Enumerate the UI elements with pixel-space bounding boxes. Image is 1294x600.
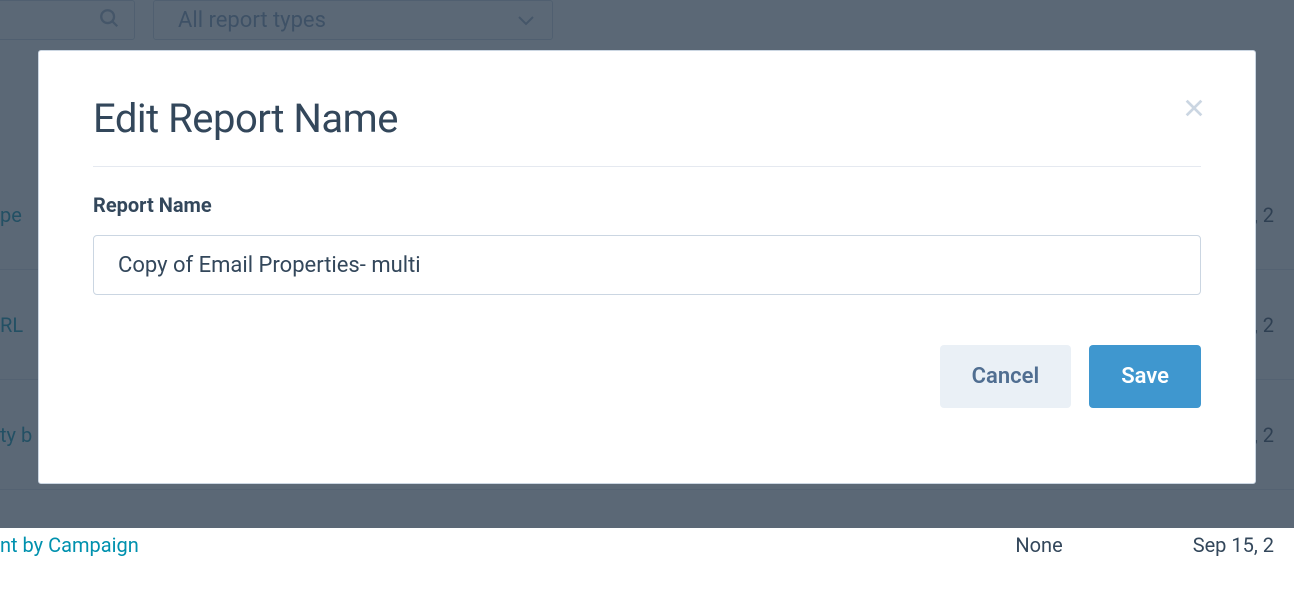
report-name-input[interactable] bbox=[93, 235, 1201, 295]
row-assigned: None bbox=[1015, 533, 1062, 557]
row-date: Sep 15, 2 bbox=[1193, 533, 1274, 557]
save-button[interactable]: Save bbox=[1089, 345, 1201, 408]
modal-footer: Cancel Save bbox=[93, 345, 1201, 408]
row-name: nt by Campaign bbox=[0, 533, 139, 557]
report-name-label: Report Name bbox=[93, 193, 1201, 217]
close-icon bbox=[1183, 97, 1205, 119]
edit-report-name-modal: Edit Report Name Report Name Cancel Save bbox=[38, 50, 1256, 484]
modal-header: Edit Report Name bbox=[93, 95, 1201, 142]
cancel-button[interactable]: Cancel bbox=[940, 345, 1072, 408]
modal-title: Edit Report Name bbox=[93, 95, 398, 142]
divider bbox=[93, 166, 1201, 167]
close-button[interactable] bbox=[1179, 93, 1209, 123]
